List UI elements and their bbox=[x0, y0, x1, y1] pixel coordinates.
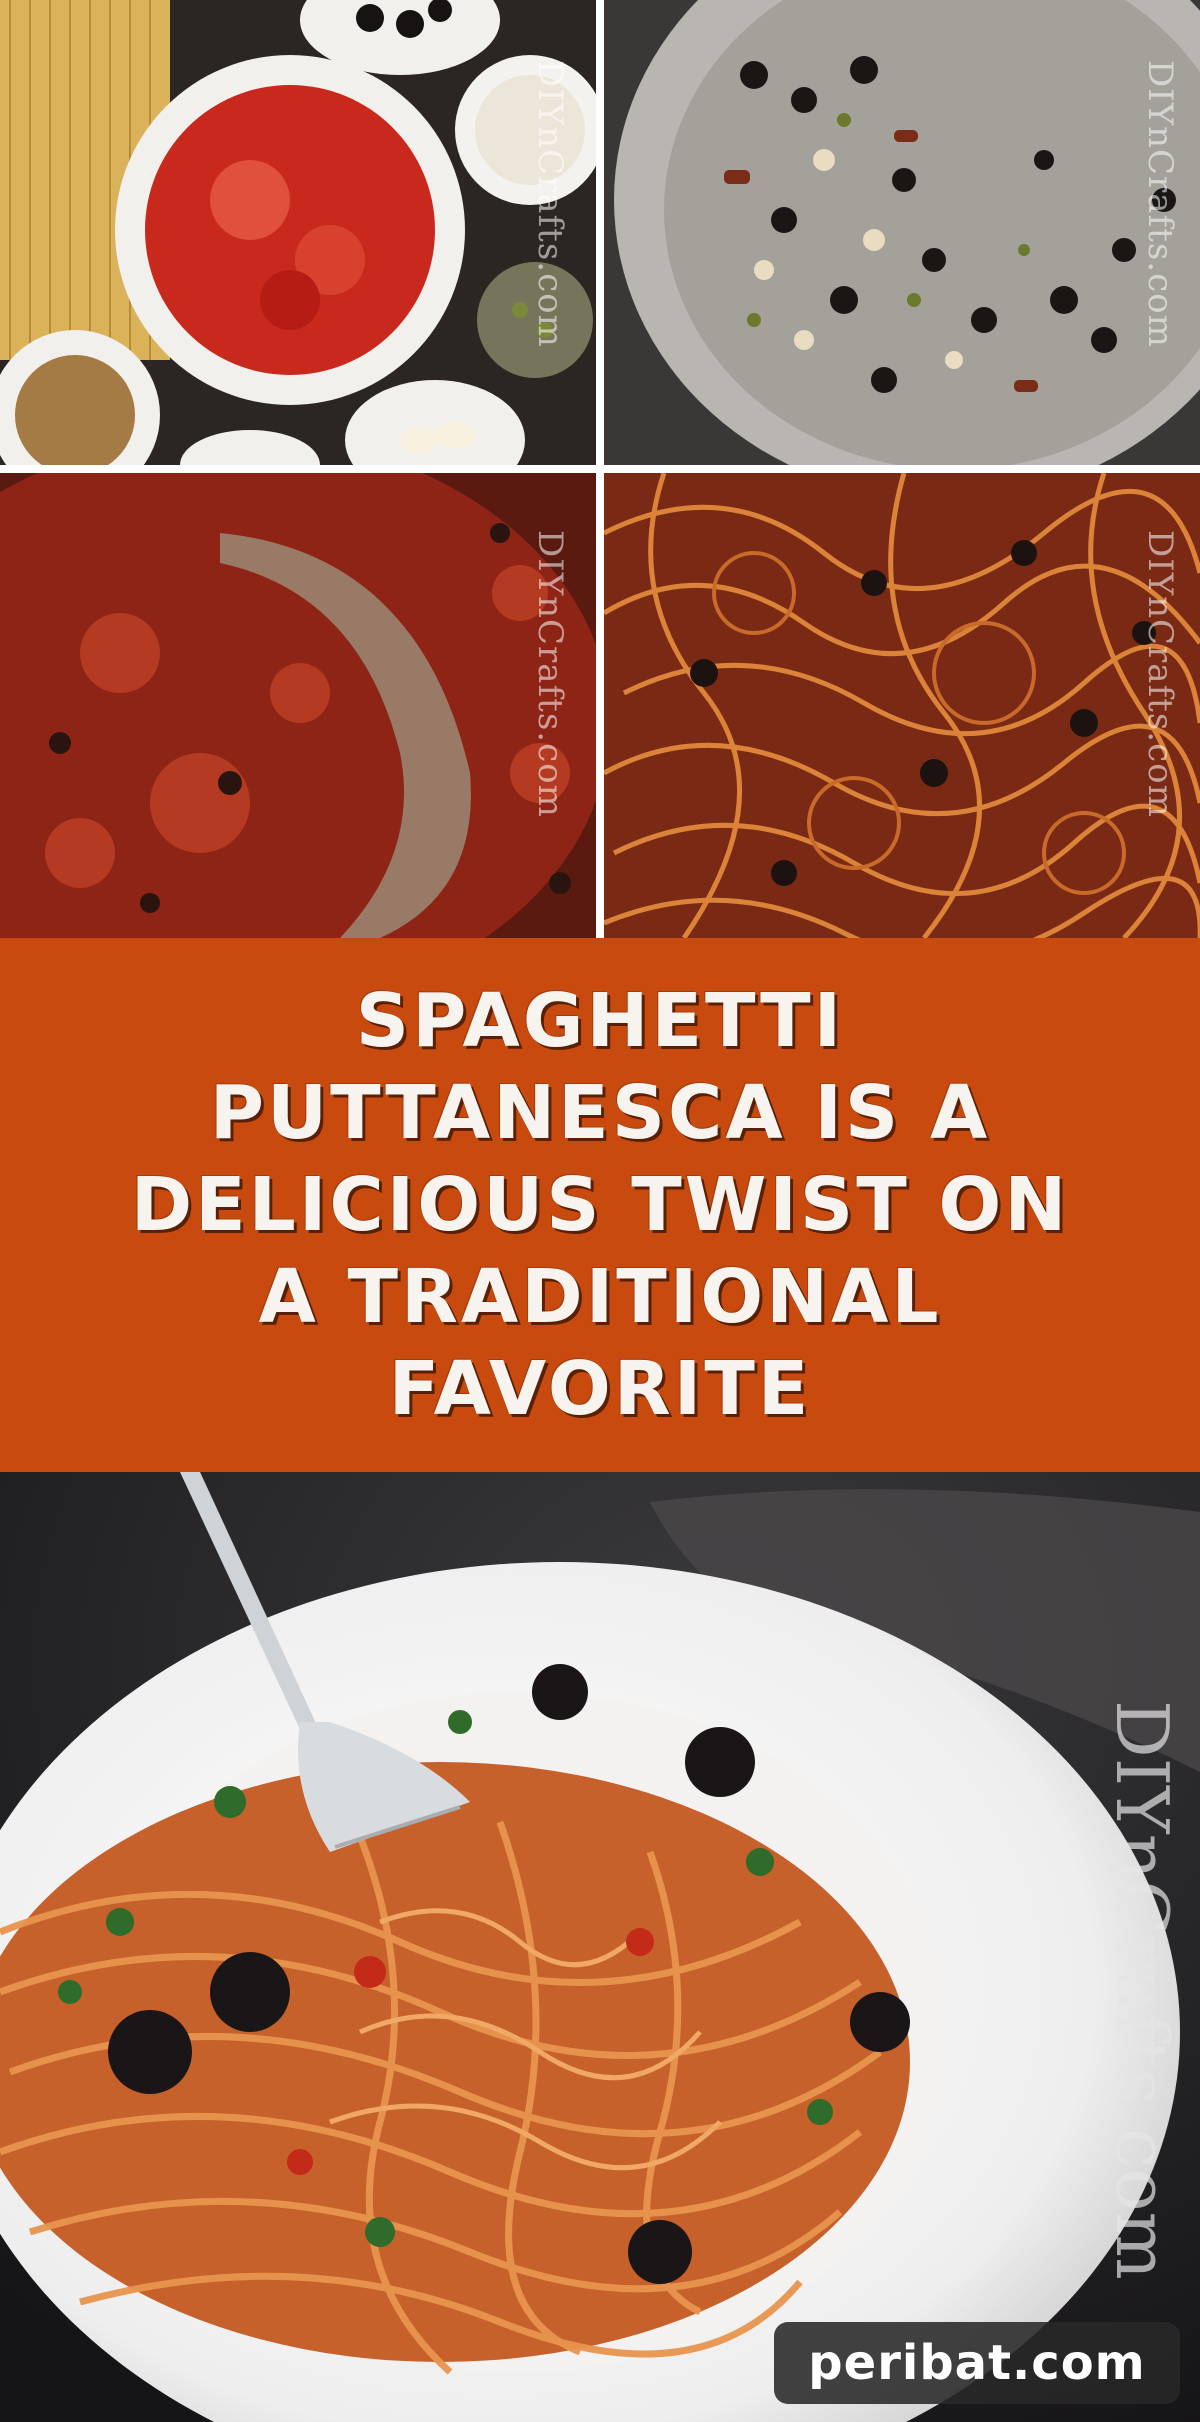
watermark-text: DIYnCrafts.com bbox=[1100, 1700, 1184, 2280]
watermark-text: DIYnCrafts.com bbox=[1140, 530, 1180, 818]
sauce-pan-photo bbox=[0, 473, 596, 938]
title-banner: SPAGHETTI PUTTANESCA IS A DELICIOUS TWIS… bbox=[0, 938, 1200, 1472]
watermark-text: DIYnCrafts.com bbox=[530, 60, 570, 348]
spaghetti-pan-photo bbox=[604, 473, 1200, 938]
plated-spaghetti-photo bbox=[0, 1472, 1200, 2422]
watermark-text: DIYnCrafts.com bbox=[1140, 60, 1180, 348]
source-badge[interactable]: peribat.com bbox=[774, 2322, 1180, 2404]
watermark-text: DIYnCrafts.com bbox=[530, 530, 570, 818]
pin-image: DIYnCrafts.com DIYnCrafts.com DIYnCrafts… bbox=[0, 0, 1200, 2422]
title-line-3: DELICIOUS TWIST ON bbox=[130, 1162, 1070, 1248]
pan-olives-photo bbox=[604, 0, 1200, 465]
source-badge-text: peribat.com bbox=[808, 2335, 1146, 2391]
title-line-5: FAVORITE bbox=[388, 1346, 812, 1432]
photo-grid: DIYnCrafts.com DIYnCrafts.com DIYnCrafts… bbox=[0, 0, 1200, 938]
ingredients-photo bbox=[0, 0, 596, 465]
title-line-1: SPAGHETTI bbox=[355, 978, 845, 1064]
title-line-4: A TRADITIONAL bbox=[258, 1254, 942, 1340]
title-line-2: PUTTANESCA IS A bbox=[209, 1070, 991, 1156]
